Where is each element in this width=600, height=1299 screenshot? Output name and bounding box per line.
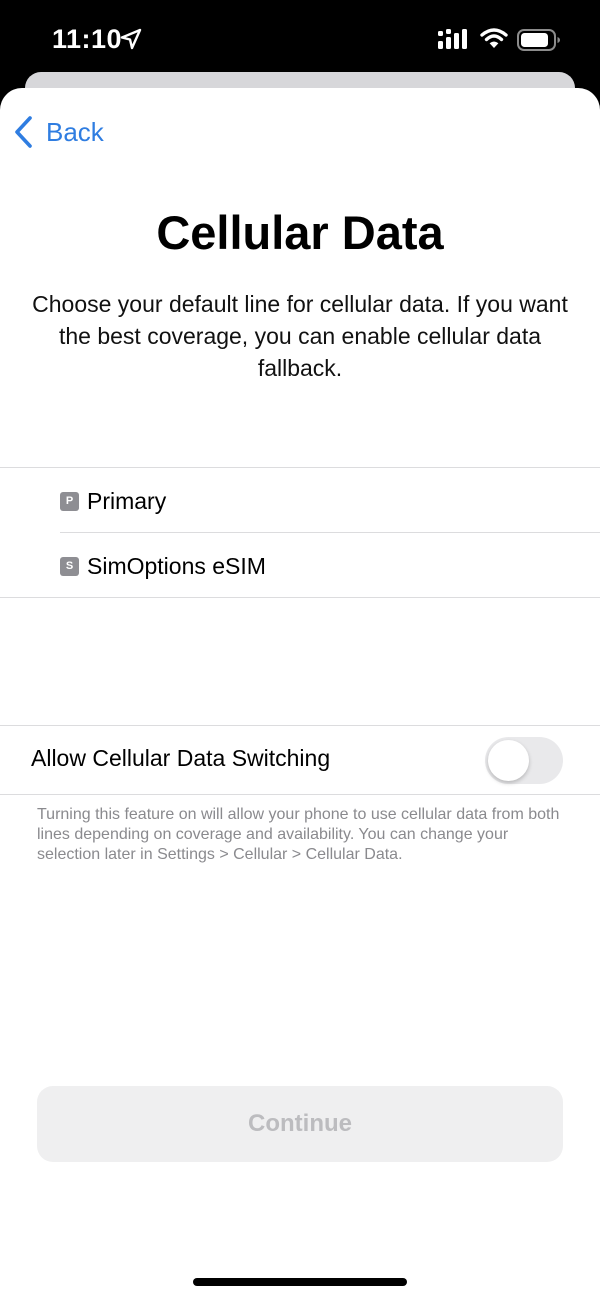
line-label: SimOptions eSIM bbox=[87, 552, 266, 579]
location-arrow-icon bbox=[120, 28, 142, 50]
back-button[interactable]: Back bbox=[12, 112, 104, 152]
data-switching-label: Allow Cellular Data Switching bbox=[31, 745, 331, 771]
battery-icon bbox=[517, 29, 560, 51]
page-title: Cellular Data bbox=[156, 206, 444, 259]
continue-button[interactable]: Continue bbox=[37, 1086, 563, 1162]
line-option-primary[interactable]: P Primary bbox=[60, 469, 166, 533]
list-divider bbox=[60, 532, 600, 533]
chevron-left-icon bbox=[15, 116, 32, 148]
line-badge-icon: P bbox=[60, 491, 79, 511]
line-badge-icon: S bbox=[60, 556, 79, 576]
home-indicator bbox=[193, 1278, 407, 1286]
list-divider bbox=[0, 725, 600, 726]
line-option-simoptions-esim[interactable]: S SimOptions eSIM bbox=[60, 534, 266, 598]
toggle-knob bbox=[488, 740, 529, 781]
back-label: Back bbox=[46, 116, 104, 147]
data-switching-toggle[interactable] bbox=[485, 737, 563, 784]
list-divider bbox=[0, 597, 600, 598]
signal-icon bbox=[438, 29, 467, 49]
page-subtitle: Choose your default line for cellular da… bbox=[32, 291, 568, 381]
status-bar: 11:10 bbox=[0, 0, 600, 80]
line-label: Primary bbox=[87, 487, 167, 514]
list-divider bbox=[0, 794, 600, 795]
status-time: 11:10 bbox=[52, 24, 123, 54]
data-switching-footnote: Turning this feature on will allow your … bbox=[37, 806, 560, 863]
list-divider bbox=[0, 467, 600, 468]
wifi-icon bbox=[480, 28, 508, 48]
